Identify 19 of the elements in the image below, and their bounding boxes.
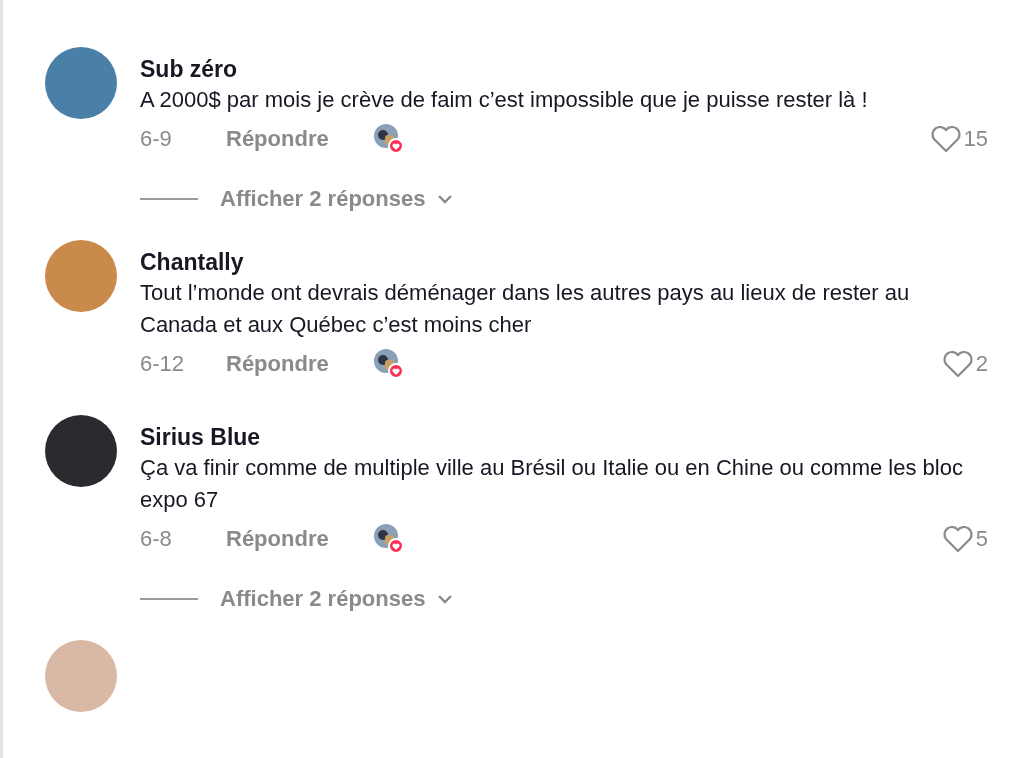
like-button[interactable]: 15 (929, 125, 988, 153)
reply-button[interactable]: Répondre (226, 351, 329, 377)
comment-date: 6-8 (140, 526, 173, 552)
view-replies-button[interactable]: Afficher 2 réponses (220, 186, 454, 212)
comment-text: Tout l’monde ont devrais déménager dans les autres pays au lieux de rester au Canada et aux Québec c’est moins cher (140, 279, 911, 339)
reply-button[interactable]: Répondre (226, 526, 329, 552)
comment-author[interactable]: Chantally (140, 247, 988, 277)
like-button[interactable]: 2 (941, 350, 988, 378)
reply-button[interactable]: Répondre (226, 126, 329, 152)
chevron-down-icon (437, 194, 454, 204)
comment-author[interactable]: Sub zéro (140, 54, 988, 84)
view-replies-button[interactable]: Afficher 2 réponses (220, 586, 454, 612)
like-button[interactable]: 5 (941, 525, 988, 553)
comment-author[interactable]: Sirius Blue (140, 422, 988, 452)
comment-date: 6-9 (140, 126, 173, 152)
comment-text: A 2000$ par mois je crève de faim c’est impossible que je puisse rester là ! (140, 86, 869, 114)
chevron-down-icon (437, 594, 454, 604)
comment-text: Ça va finir comme de multiple ville au Brésil ou Italie ou en Chine ou comme les bloc expo 67 (140, 454, 964, 514)
comment-date: 6-12 (140, 351, 186, 377)
